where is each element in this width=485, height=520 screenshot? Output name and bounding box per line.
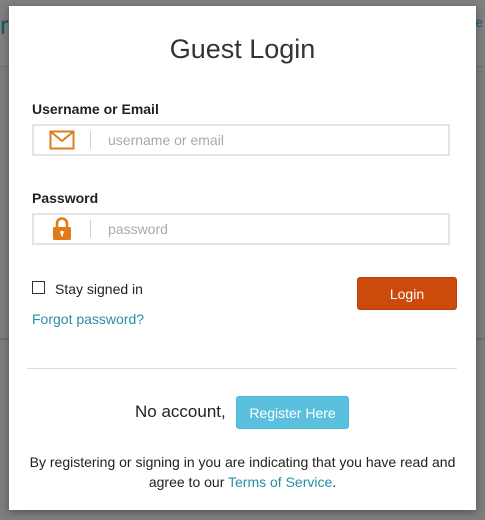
password-label: Password bbox=[32, 190, 99, 206]
modal-title: Guest Login bbox=[169, 34, 316, 64]
guest-login-modal: Guest Login Username or Email Password S… bbox=[9, 6, 476, 510]
background-logo: r bbox=[0, 10, 9, 40]
no-account-text: No account, bbox=[135, 402, 226, 421]
terms-of-service-link[interactable]: Terms of Service bbox=[228, 474, 332, 490]
username-label: Username or Email bbox=[32, 101, 159, 117]
register-button[interactable]: Register Here bbox=[236, 396, 349, 429]
legal-notice: By registering or signing in you are ind… bbox=[29, 452, 456, 492]
background-link: e bbox=[475, 14, 483, 30]
legal-end: . bbox=[332, 474, 337, 490]
section-divider bbox=[27, 368, 457, 369]
username-input[interactable] bbox=[108, 126, 438, 154]
login-button[interactable]: Login bbox=[357, 277, 457, 310]
stay-signed-in-label[interactable]: Stay signed in bbox=[55, 281, 143, 297]
field-divider bbox=[90, 220, 91, 238]
stay-signed-in-checkbox[interactable] bbox=[32, 281, 45, 294]
username-field[interactable] bbox=[32, 124, 450, 156]
lock-icon bbox=[34, 215, 90, 243]
field-divider bbox=[90, 131, 91, 149]
forgot-password-link[interactable]: Forgot password? bbox=[32, 311, 144, 327]
password-input[interactable] bbox=[108, 215, 438, 243]
envelope-icon bbox=[34, 126, 90, 154]
password-field[interactable] bbox=[32, 213, 450, 245]
